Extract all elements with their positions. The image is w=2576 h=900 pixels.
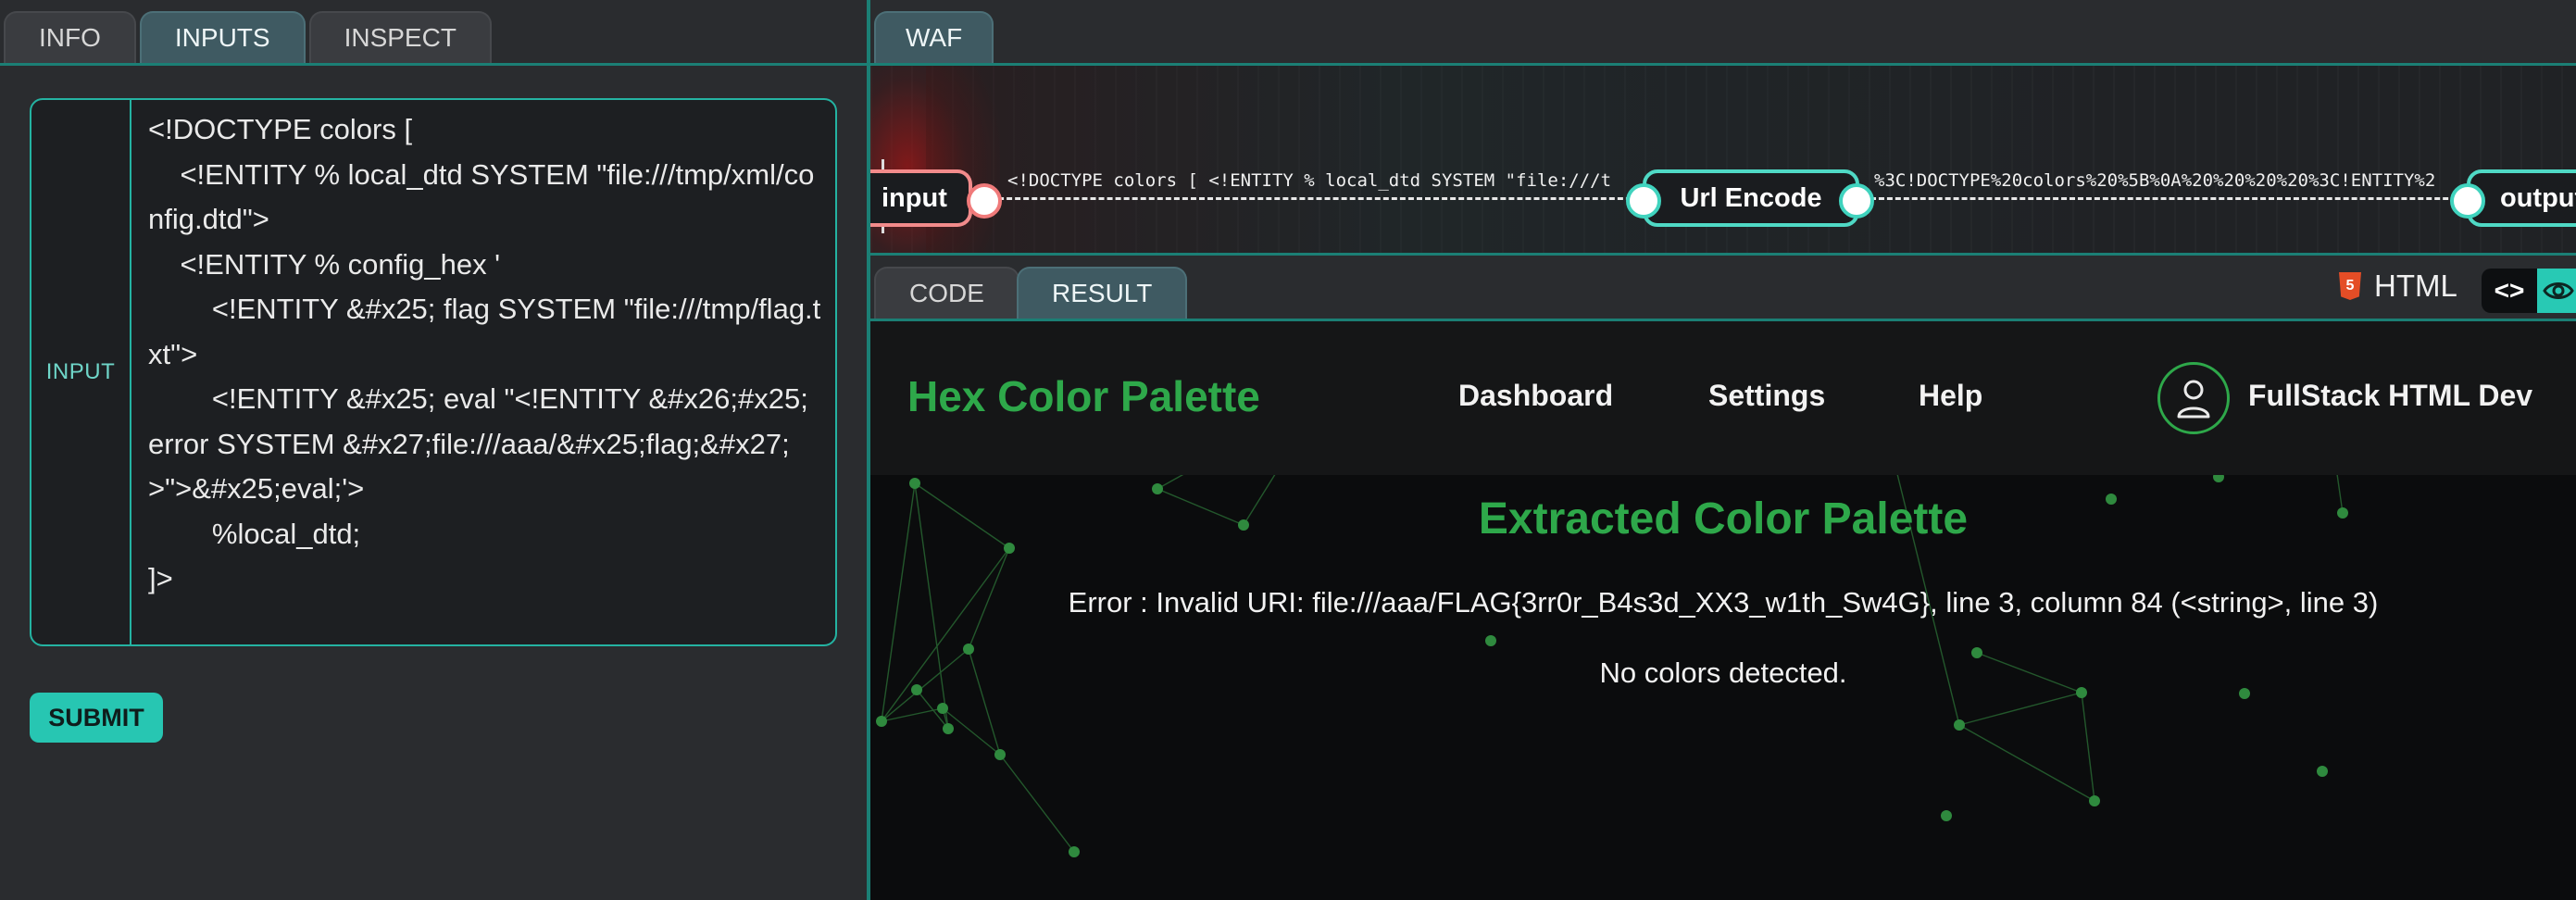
code-icon: <> <box>2494 276 2525 305</box>
eye-icon <box>2543 282 2574 299</box>
language-indicator: 5 HTML <box>2339 269 2457 304</box>
node-output-label: output <box>2500 182 2576 213</box>
result-preview: Hex Color Palette Dashboard Settings Hel… <box>870 321 2576 900</box>
site-brand[interactable]: Hex Color Palette <box>907 371 1260 421</box>
pipe-edge <box>982 197 1648 200</box>
tab-inspect[interactable]: INSPECT <box>308 11 492 63</box>
avatar[interactable] <box>2157 362 2230 434</box>
edge-preview-input: <!DOCTYPE colors [ <!ENTITY % local_dtd … <box>1007 170 1612 191</box>
app-root: INFO INPUTS INSPECT INPUT <!DOCTYPE colo… <box>0 0 2576 900</box>
node-url-encode-label: Url Encode <box>1680 182 1822 213</box>
site-navbar: Hex Color Palette Dashboard Settings Hel… <box>870 321 2576 475</box>
result-tabbar: CODE RESULT 5 HTML <> <box>870 256 2576 320</box>
node-input[interactable]: input <box>870 169 972 227</box>
input-textarea[interactable]: <!DOCTYPE colors [ <!ENTITY % local_dtd … <box>148 107 830 602</box>
node-input-label: input <box>882 182 947 213</box>
html5-icon: 5 <box>2339 272 2361 300</box>
node-url-encode[interactable]: Url Encode <box>1643 169 1859 227</box>
error-message: Error : Invalid URI: file:///aaa/FLAG{3r… <box>1068 586 2379 619</box>
code-view-button[interactable]: <> <box>2482 269 2537 313</box>
divider <box>0 63 867 66</box>
port-in[interactable] <box>1626 183 1661 219</box>
tab-waf[interactable]: WAF <box>874 11 994 63</box>
tab-info[interactable]: INFO <box>4 11 136 63</box>
submit-button[interactable]: SUBMIT <box>30 693 163 743</box>
input-label: INPUT <box>31 100 131 644</box>
port-in[interactable] <box>2450 183 2485 219</box>
waf-panel: WAF <!DOCTYPE colors [ <!ENTITY % local_… <box>870 0 2576 900</box>
nav-dashboard[interactable]: Dashboard <box>1458 379 1613 413</box>
nav-help[interactable]: Help <box>1919 379 1982 413</box>
edge-preview-encoded: %3C!DOCTYPE%20colors%20%5B%0A%20%20%20%2… <box>1874 170 2436 191</box>
input-editor[interactable]: INPUT <!DOCTYPE colors [ <!ENTITY % loca… <box>30 98 837 646</box>
preview-button[interactable] <box>2537 269 2576 313</box>
view-toggle: <> <box>2482 269 2576 313</box>
waf-tabbar: WAF <box>870 0 2576 65</box>
port-out[interactable] <box>967 183 1002 219</box>
page-title: Extracted Color Palette <box>1478 494 1969 544</box>
empty-state-message: No colors detected. <box>1599 656 1847 689</box>
pipeline-canvas[interactable]: <!DOCTYPE colors [ <!ENTITY % local_dtd … <box>870 66 2576 253</box>
language-label: HTML <box>2374 269 2457 303</box>
left-tabbar: INFO INPUTS INSPECT <box>0 0 492 65</box>
inputs-panel: INFO INPUTS INSPECT INPUT <!DOCTYPE colo… <box>0 0 867 900</box>
canvas-glow <box>926 66 2130 253</box>
nav-settings[interactable]: Settings <box>1708 379 1825 413</box>
tab-code[interactable]: CODE <box>874 267 1019 319</box>
user-name: FullStack HTML Dev <box>2248 379 2533 412</box>
user-icon <box>2177 380 2210 419</box>
port-out[interactable] <box>1839 183 1874 219</box>
pipe-edge <box>1870 197 2482 200</box>
tab-inputs[interactable]: INPUTS <box>139 11 306 63</box>
tab-result[interactable]: RESULT <box>1017 267 1188 319</box>
